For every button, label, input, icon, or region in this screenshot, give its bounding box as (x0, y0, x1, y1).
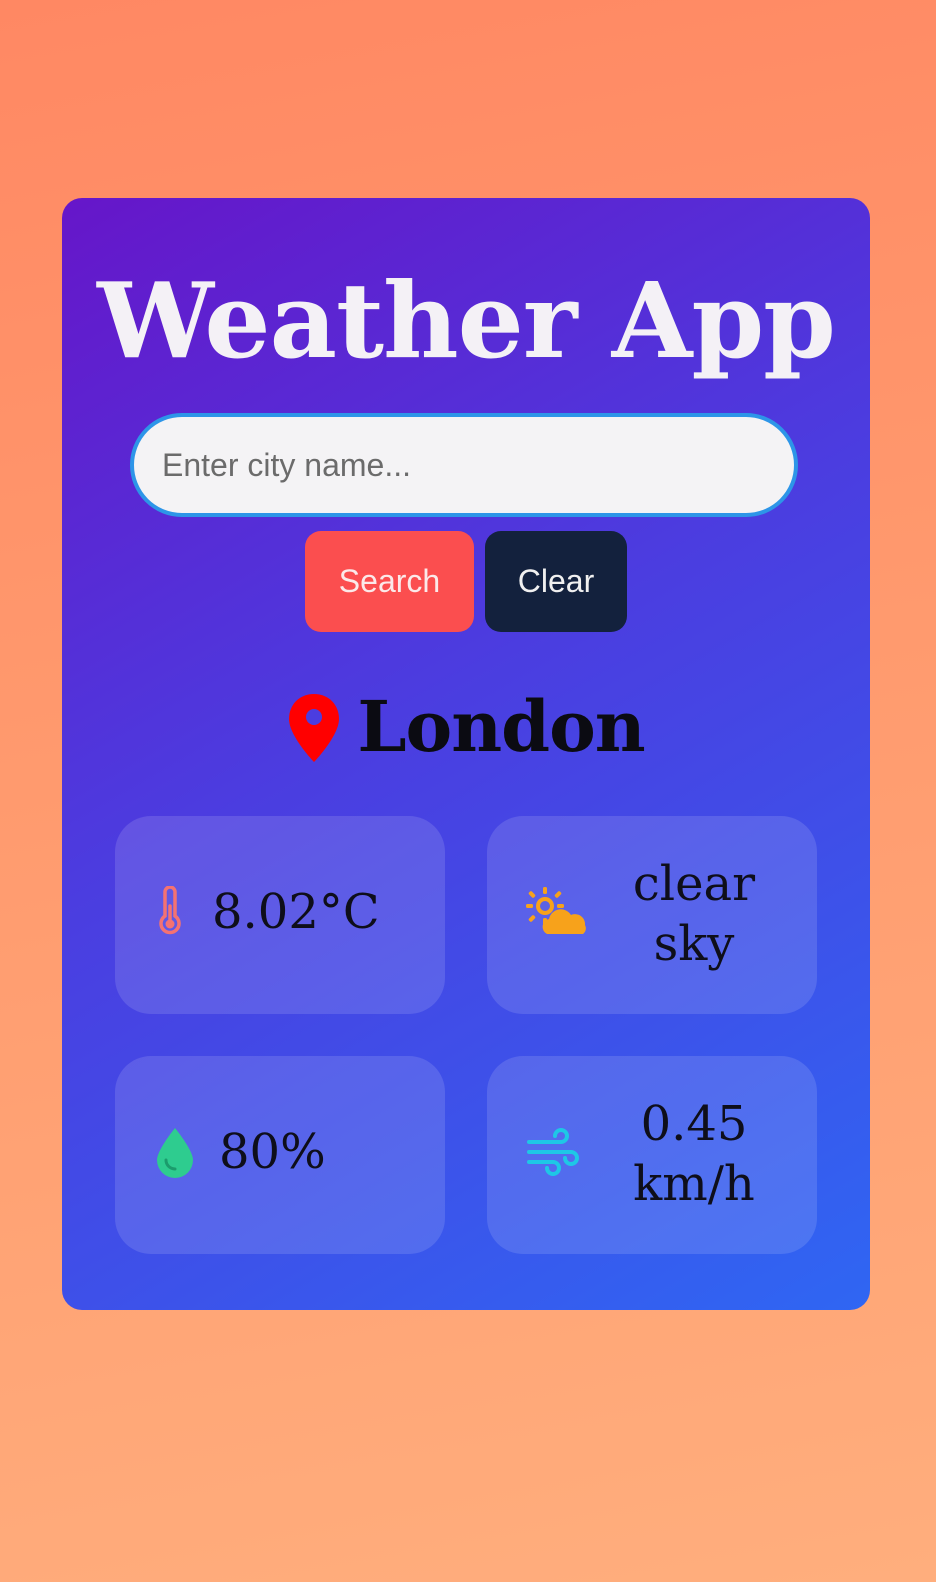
wind-speed-unit: km/h (633, 1156, 755, 1212)
wind-text: 0.45 km/h (609, 1094, 779, 1214)
location-heading: London (62, 684, 870, 768)
weather-card: Weather App Search Clear London 8.02°C (62, 198, 870, 1310)
thermometer-icon (159, 886, 181, 935)
water-drop-icon (157, 1128, 193, 1178)
condition-text: clear sky (609, 854, 779, 974)
partly-sunny-icon (526, 887, 586, 934)
condition-line-1: clear (632, 856, 756, 912)
app-title: Weather App (97, 259, 836, 382)
wind-tile: 0.45 km/h (487, 1056, 817, 1254)
map-pin-icon (289, 694, 340, 762)
wind-speed-value: 0.45 (640, 1096, 748, 1152)
city-search-input[interactable] (130, 413, 798, 517)
humidity-value: 80% (219, 1124, 326, 1180)
condition-tile: clear sky (487, 816, 817, 1014)
wind-icon (527, 1128, 579, 1176)
temperature-value: 8.02°C (212, 884, 380, 940)
clear-button[interactable]: Clear (485, 531, 627, 632)
temperature-tile: 8.02°C (115, 816, 445, 1014)
city-name: London (357, 684, 645, 768)
humidity-tile: 80% (115, 1056, 445, 1254)
search-button[interactable]: Search (305, 531, 474, 632)
condition-line-2: sky (653, 916, 735, 972)
